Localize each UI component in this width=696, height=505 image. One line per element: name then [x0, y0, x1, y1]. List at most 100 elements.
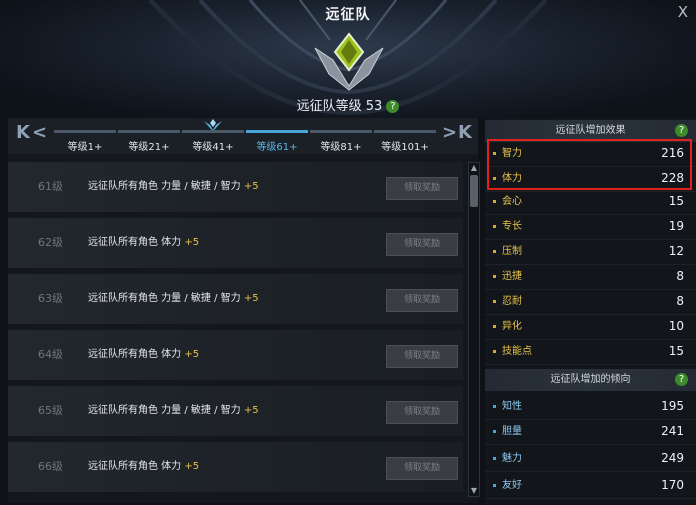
reward-desc-text: 远征队所有角色 力量 / 敏捷 / 智力	[88, 405, 241, 416]
claim-reward-button[interactable]: 领取奖励	[386, 401, 458, 424]
help-icon[interactable]: ?	[675, 124, 688, 137]
reward-desc-text: 远征队所有角色 力量 / 敏捷 / 智力	[88, 181, 241, 192]
reward-bonus: +5	[243, 181, 259, 192]
stat-name: 会心	[502, 196, 522, 207]
reward-desc-text: 远征队所有角色 体力	[88, 461, 182, 472]
stat-value: 15	[668, 194, 684, 208]
tab-level-41[interactable]: 等级41+	[182, 130, 244, 154]
bullet-icon	[493, 350, 496, 353]
reward-bonus: +5	[243, 405, 259, 416]
level-tab-bar: K < 等级1+ 等级21+ 等级41+ 等级61+ 等级81+ 等级101+ …	[8, 118, 478, 154]
reward-row: 63级 远征队所有角色 力量 / 敏捷 / 智力 +5 领取奖励	[8, 274, 463, 324]
tab-level-101[interactable]: 等级101+	[374, 130, 436, 154]
claim-reward-button[interactable]: 领取奖励	[386, 345, 458, 368]
stat-value: 10	[668, 319, 684, 333]
scroll-up-icon[interactable]: ▲	[469, 163, 479, 173]
effects-title: 远征队增加效果	[555, 125, 626, 136]
tab-label: 等级61+	[256, 142, 298, 153]
tendency-row-intellect: 知性 195	[485, 394, 696, 420]
tendency-row-charm: 魅力 249	[485, 446, 696, 472]
tab-label: 等级81+	[320, 142, 362, 153]
reward-level: 61级	[38, 180, 63, 193]
tendency-value: 170	[661, 478, 684, 492]
reward-row: 66级 远征队所有角色 体力 +5 领取奖励	[8, 442, 463, 492]
bullet-icon	[493, 300, 496, 303]
bullet-icon	[493, 325, 496, 328]
expedition-emblem-icon	[314, 32, 384, 91]
close-icon[interactable]: X	[678, 3, 688, 21]
stat-name: 忍耐	[502, 296, 522, 307]
reward-description: 远征队所有角色 力量 / 敏捷 / 智力 +5	[88, 274, 259, 324]
bullet-icon	[493, 430, 496, 433]
scroll-thumb[interactable]	[470, 175, 478, 207]
tab-level-81[interactable]: 等级81+	[310, 130, 372, 154]
reward-description: 远征队所有角色 体力 +5	[88, 218, 199, 268]
stat-value: 8	[676, 294, 684, 308]
tab-label: 等级21+	[128, 142, 170, 153]
bullet-icon	[493, 484, 496, 487]
reward-bonus: +5	[184, 461, 200, 472]
stat-row-swiftness: 迅捷 8	[485, 264, 696, 290]
claim-reward-button[interactable]: 领取奖励	[386, 289, 458, 312]
tab-label: 等级1+	[67, 142, 103, 153]
tendency-name: 知性	[502, 401, 522, 412]
bullet-icon	[493, 200, 496, 203]
reward-bonus: +5	[243, 293, 259, 304]
stat-name: 专长	[502, 221, 522, 232]
claim-reward-button[interactable]: 领取奖励	[386, 233, 458, 256]
stat-value: 19	[668, 219, 684, 233]
reward-desc-text: 远征队所有角色 体力	[88, 349, 182, 360]
stat-row-skill-points: 技能点 15	[485, 339, 696, 365]
reward-description: 远征队所有角色 体力 +5	[88, 442, 199, 492]
help-icon[interactable]: ?	[675, 373, 688, 386]
stat-name: 迅捷	[502, 271, 522, 282]
scroll-down-icon[interactable]: ▼	[469, 486, 479, 496]
claim-reward-button[interactable]: 领取奖励	[386, 457, 458, 480]
reward-scrollbar[interactable]: ▲ ▼	[468, 162, 480, 497]
tab-level-1[interactable]: 等级1+	[54, 130, 116, 154]
reward-bonus: +5	[184, 349, 200, 360]
tendency-value: 249	[661, 451, 684, 465]
stat-value: 8	[676, 269, 684, 283]
reward-description: 远征队所有角色 力量 / 敏捷 / 智力 +5	[88, 386, 259, 436]
reward-desc-text: 远征队所有角色 体力	[88, 237, 182, 248]
stat-name: 压制	[502, 246, 522, 257]
reward-level: 64级	[38, 348, 63, 361]
tab-label: 等级101+	[381, 142, 429, 153]
reward-description: 远征队所有角色 体力 +5	[88, 330, 199, 380]
reward-list: 61级 远征队所有角色 力量 / 敏捷 / 智力 +5 领取奖励 62级 远征队…	[8, 162, 463, 503]
tendency-value: 195	[661, 399, 684, 413]
tab-level-21[interactable]: 等级21+	[118, 130, 180, 154]
reward-level: 63级	[38, 292, 63, 305]
next-page-icon[interactable]: >	[442, 122, 457, 143]
tab-label: 等级41+	[192, 142, 234, 153]
reward-row: 64级 远征队所有角色 体力 +5 领取奖励	[8, 330, 463, 380]
last-page-icon[interactable]: K	[458, 122, 472, 143]
reward-row: 65级 远征队所有角色 力量 / 敏捷 / 智力 +5 领取奖励	[8, 386, 463, 436]
reward-panel: K < 等级1+ 等级21+ 等级41+ 等级61+ 等级81+ 等级101+ …	[8, 118, 480, 503]
reward-desc-text: 远征队所有角色 力量 / 敏捷 / 智力	[88, 293, 241, 304]
stat-row-domination: 压制 12	[485, 239, 696, 265]
tendency-name: 友好	[502, 480, 522, 491]
prev-page-icon[interactable]: <	[32, 122, 47, 143]
reward-level: 65级	[38, 404, 63, 417]
stat-row-crit: 会心 15	[485, 189, 696, 215]
bullet-icon	[493, 405, 496, 408]
tendency-name: 魅力	[502, 453, 522, 464]
reward-description: 远征队所有角色 力量 / 敏捷 / 智力 +5	[88, 162, 259, 212]
bullet-icon	[493, 250, 496, 253]
reward-level: 62级	[38, 236, 63, 249]
bullet-icon	[493, 275, 496, 278]
help-icon[interactable]: ?	[386, 100, 400, 113]
tendency-name: 胆量	[502, 426, 522, 437]
bullet-icon	[493, 457, 496, 460]
tab-level-61[interactable]: 等级61+	[246, 130, 308, 154]
claim-reward-button[interactable]: 领取奖励	[386, 177, 458, 200]
stat-row-specialty: 专长 19	[485, 214, 696, 240]
stat-row-endurance: 忍耐 8	[485, 289, 696, 315]
stat-name: 技能点	[502, 346, 532, 357]
reward-row: 62级 远征队所有角色 体力 +5 领取奖励	[8, 218, 463, 268]
bullet-icon	[493, 225, 496, 228]
stat-value: 12	[668, 244, 684, 258]
first-page-icon[interactable]: K	[16, 122, 30, 143]
